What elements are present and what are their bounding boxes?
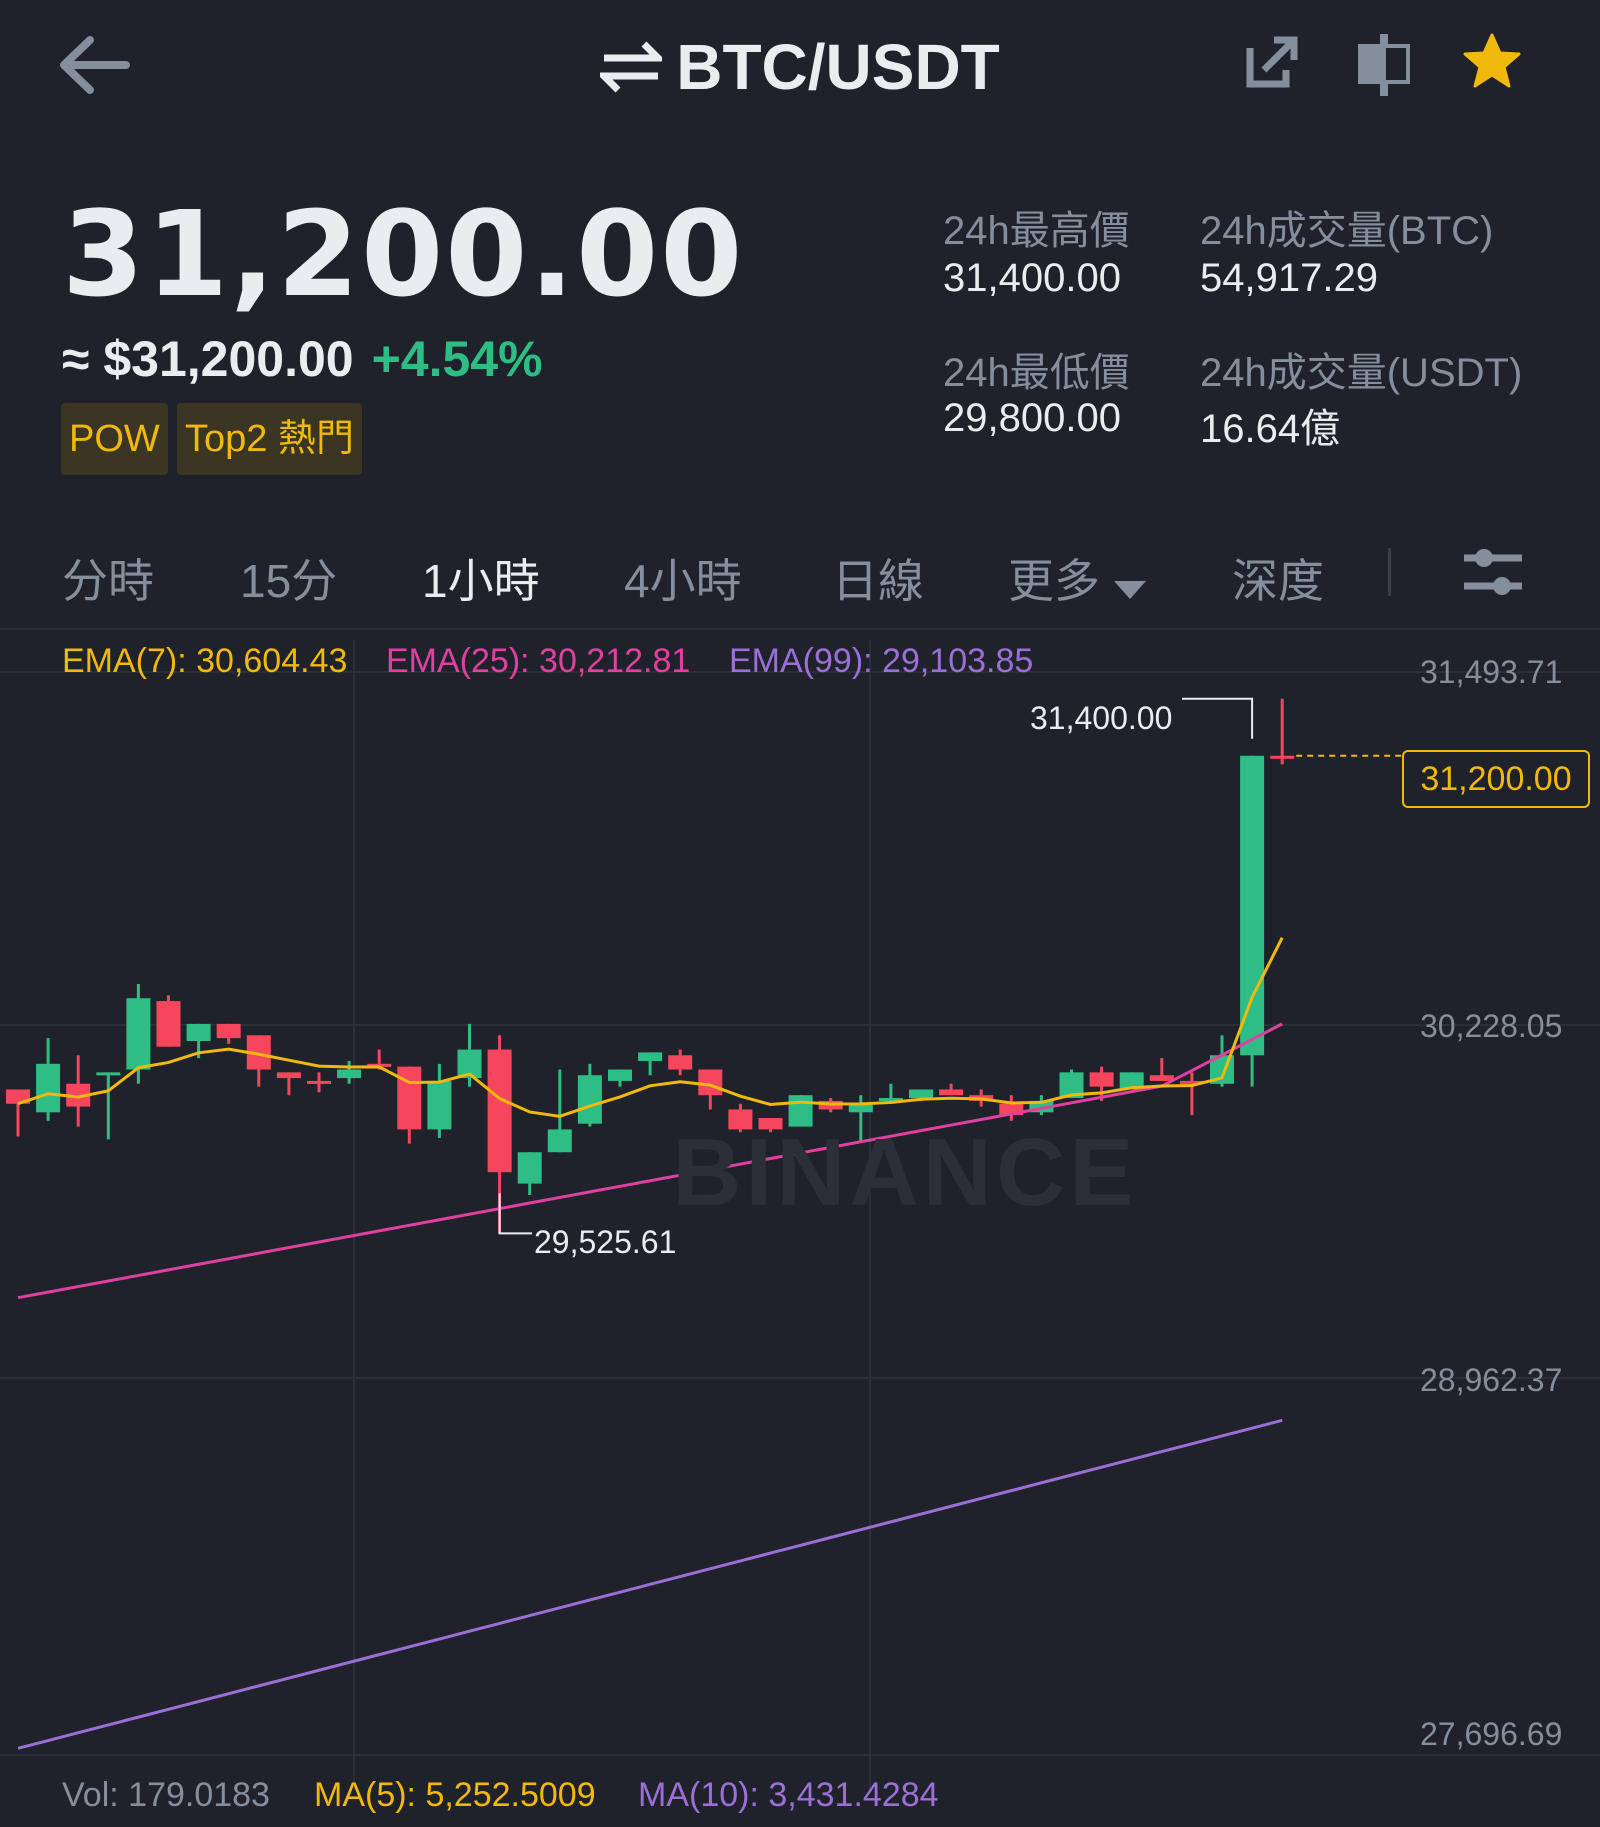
tab-1h[interactable]: 1小時 [422, 545, 540, 611]
tab-time-share[interactable]: 分時 [62, 545, 154, 611]
tab-more[interactable]: 更多 [1008, 545, 1146, 612]
tab-separator [1388, 548, 1391, 596]
candle-body [517, 1152, 542, 1184]
candle-body [186, 1023, 211, 1041]
candle-body [36, 1063, 61, 1113]
candle-body [1089, 1072, 1114, 1087]
last-price-marker: 31,200.00 [1402, 750, 1590, 808]
tab-15m[interactable]: 15分 [240, 545, 337, 611]
fiat-value: ≈ $31,200.00 [62, 331, 354, 387]
kline-chart[interactable] [0, 630, 1600, 1827]
candle-body [337, 1069, 362, 1079]
vol-usdt-label: 24h成交量(USDT) [1200, 351, 1523, 395]
share-icon[interactable] [1244, 34, 1300, 90]
low-value: 29,800.00 [943, 396, 1121, 440]
high-marker-line [1182, 697, 1254, 739]
y-tick-2: 30,228.05 [1420, 1008, 1563, 1044]
vol-label: Vol: 179.0183 [62, 1776, 270, 1814]
candle-body [96, 1072, 121, 1076]
layout-icon[interactable] [1356, 34, 1412, 96]
y-tick-4: 27,696.69 [1420, 1716, 1563, 1752]
candle-body [307, 1080, 331, 1084]
candle-body [427, 1080, 452, 1130]
candle-body [156, 1001, 181, 1047]
candle-body [638, 1052, 663, 1061]
ema99-label: EMA(99): 29,103.85 [729, 642, 1034, 680]
candle-body [1240, 755, 1265, 1056]
low-label: 24h最低價 [943, 351, 1130, 395]
ema25-label: EMA(25): 30,212.81 [386, 642, 691, 680]
ma10-label: MA(10): 3,431.4284 [638, 1776, 939, 1814]
swap-icon [595, 35, 667, 109]
low-marker-line [498, 1193, 532, 1235]
settings-sliders-icon[interactable] [1462, 544, 1524, 600]
y-tick-3: 28,962.37 [1420, 1362, 1563, 1398]
candle-body [397, 1066, 422, 1130]
tab-more-label: 更多 [1008, 555, 1100, 607]
tab-depth[interactable]: 深度 [1232, 545, 1324, 611]
candle-body [577, 1075, 602, 1124]
low-marker-label: 29,525.61 [534, 1224, 677, 1260]
binance-watermark: BINANCE [672, 1119, 1138, 1226]
high-value: 31,400.00 [943, 256, 1121, 300]
ema99-line [17, 1418, 1283, 1750]
tab-4h[interactable]: 4小時 [624, 545, 742, 611]
high-marker-label: 31,400.00 [1030, 700, 1173, 736]
vol-btc-label: 24h成交量(BTC) [1200, 209, 1494, 253]
tag-top2[interactable]: Top2 熱門 [177, 403, 362, 475]
ma5-label: MA(5): 5,252.5009 [314, 1776, 596, 1814]
tab-daily[interactable]: 日線 [832, 545, 924, 611]
candle-body [608, 1069, 632, 1081]
tag-pow[interactable]: POW [61, 403, 168, 475]
price-change: +4.54% [371, 331, 543, 387]
last-price: 31,200.00 [62, 185, 745, 323]
chevron-down-icon [1114, 558, 1146, 612]
fiat-price: ≈ $31,200.00 +4.54% [62, 330, 543, 388]
candle-body [668, 1055, 693, 1070]
candle-body [216, 1023, 241, 1039]
candle-body [909, 1089, 933, 1099]
candle-body [1270, 755, 1295, 759]
ema7-label: EMA(7): 30,604.43 [62, 642, 348, 680]
vol-usdt-value: 16.64億 [1200, 407, 1341, 451]
candle-body [939, 1089, 964, 1096]
candle-body [547, 1129, 572, 1153]
star-icon[interactable] [1462, 32, 1522, 92]
vol-btc-value: 54,917.29 [1200, 256, 1378, 300]
y-tick-1: 31,493.71 [1420, 654, 1563, 690]
candle-body [698, 1069, 723, 1096]
candle-body [487, 1049, 512, 1173]
candle-body [276, 1072, 301, 1079]
high-label: 24h最高價 [943, 209, 1130, 253]
candle-body [126, 998, 151, 1070]
pair-label: BTC/USDT [676, 31, 1000, 103]
